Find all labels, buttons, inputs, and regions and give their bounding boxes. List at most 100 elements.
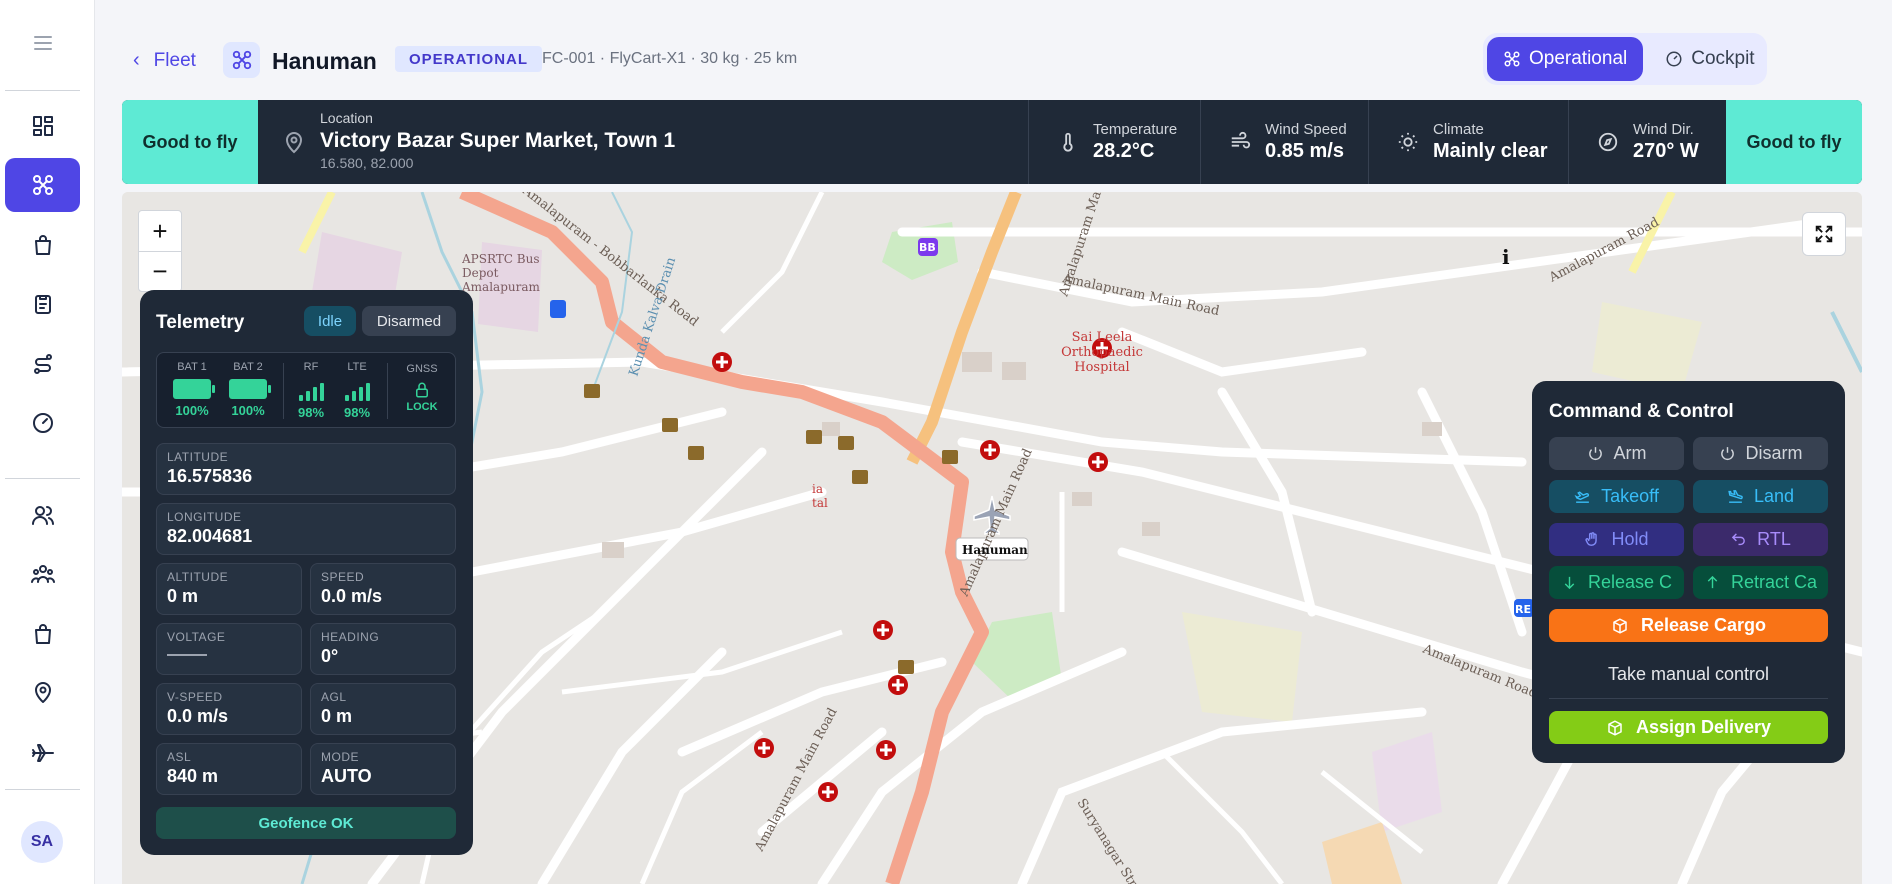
release-cargo-small-button[interactable]: Release C	[1549, 566, 1684, 599]
drone-meta: FC-001 · FlyCart-X1 · 30 kg · 25 km	[542, 50, 798, 67]
sidebar-divider	[5, 789, 80, 790]
expand-icon	[1815, 225, 1833, 243]
rf-indicator: RF 98%	[291, 361, 331, 420]
clipboard-icon	[34, 295, 51, 314]
sidebar-item-users[interactable]	[5, 488, 80, 542]
rtl-button[interactable]: RTL	[1693, 523, 1828, 556]
sidebar-item-dashboard[interactable]	[5, 99, 80, 153]
signal-bars-icon	[291, 379, 331, 401]
button-label: Release C	[1587, 572, 1673, 592]
hospital-partial-label: ia tal	[812, 482, 828, 510]
sidebar-item-routes[interactable]	[5, 337, 80, 391]
mode-cockpit-button[interactable]: Cockpit	[1649, 37, 1770, 81]
arrow-down-icon	[1564, 576, 1575, 590]
signal-label: LTE	[347, 361, 367, 373]
page-header: ‹ Fleet Hanuman OPERATIONAL FC-001 · Fly…	[95, 0, 1892, 100]
field-label: VOLTAGE	[167, 630, 226, 644]
sidebar-item-shop[interactable]	[5, 607, 80, 661]
manual-control-link[interactable]: Take manual control	[1549, 664, 1828, 685]
weather-label: Wind Dir.	[1633, 121, 1694, 138]
latitude-field: LATITUDE 16.575836	[156, 443, 456, 495]
sidebar-item-teams[interactable]	[5, 547, 80, 601]
retract-cargo-button[interactable]: Retract Ca	[1693, 566, 1828, 599]
button-label: Disarm	[1745, 443, 1803, 463]
field-value: 0 m	[167, 586, 199, 606]
avatar[interactable]: SA	[21, 821, 63, 863]
sidebar-item-tasks[interactable]	[5, 277, 80, 331]
weather-label: Temperature	[1093, 121, 1178, 138]
fullscreen-button[interactable]	[1802, 212, 1846, 256]
signal-label: BAT 1	[177, 361, 207, 373]
field-label: V-SPEED	[167, 690, 223, 704]
sidebar-item-flights[interactable]	[5, 726, 80, 780]
users-icon	[31, 506, 54, 525]
gauge-icon	[1666, 51, 1682, 67]
good-to-fly-badge-left: Good to fly	[122, 100, 258, 184]
zoom-out-button[interactable]: −	[139, 251, 181, 291]
dashboard-icon	[32, 116, 53, 136]
mode-toggle: Operational Cockpit	[1483, 33, 1767, 85]
sidebar-item-locations[interactable]	[5, 666, 80, 720]
hospital-label: Sai Leela Orthopaedic Hospital	[1061, 330, 1143, 375]
re-marker-label: RE	[1515, 603, 1531, 616]
weather-wind-direction: Wind Dir. 270° W	[1568, 100, 1726, 184]
takeoff-button[interactable]: Takeoff	[1549, 480, 1684, 513]
vspeed-field: V-SPEED 0.0 m/s	[156, 683, 302, 735]
asl-field: ASL 840 m	[156, 743, 302, 795]
zoom-controls: + −	[138, 210, 182, 292]
signal-value: 100%	[231, 403, 265, 418]
telemetry-title: Telemetry	[156, 312, 245, 333]
disarmed-badge: Disarmed	[362, 306, 456, 336]
location-name: Victory Bazar Super Market, Town 1	[320, 129, 676, 152]
geofence-status: Geofence OK	[156, 807, 456, 839]
package-icon	[1608, 719, 1622, 736]
mode-label: Cockpit	[1691, 48, 1755, 69]
button-label: Retract Ca	[1730, 572, 1818, 592]
zoom-in-button[interactable]: +	[139, 211, 181, 251]
assign-delivery-button[interactable]: Assign Delivery	[1549, 711, 1828, 744]
field-value: 840 m	[167, 766, 219, 786]
info-marker: i	[1502, 245, 1510, 269]
drone-icon	[32, 175, 53, 195]
weather-wind-speed: Wind Speed 0.85 m/s	[1200, 100, 1368, 184]
sidebar-item-monitor[interactable]	[5, 396, 80, 450]
flight-status-bar: Good to fly Location Victory Bazar Super…	[122, 100, 1862, 184]
plane-icon	[31, 744, 54, 762]
field-value: 0.0 m/s	[167, 706, 229, 726]
hand-icon	[1585, 532, 1598, 546]
menu-toggle-button[interactable]	[5, 16, 80, 70]
weather-label: Wind Speed	[1265, 121, 1347, 138]
page-title: Hanuman	[272, 48, 377, 74]
button-label: Takeoff	[1601, 486, 1659, 506]
hold-button[interactable]: Hold	[1549, 523, 1684, 556]
speed-field: SPEED 0.0 m/s	[310, 563, 456, 615]
team-icon	[30, 565, 55, 583]
sidebar-item-orders[interactable]	[5, 218, 80, 272]
bag-icon	[34, 235, 51, 255]
telemetry-panel: Telemetry Idle Disarmed BAT 1 100% BAT 2…	[140, 290, 473, 855]
button-label: Arm	[1613, 443, 1647, 463]
disarm-button[interactable]: Disarm	[1693, 437, 1828, 470]
mode-operational-button[interactable]: Operational	[1487, 37, 1644, 81]
weather-value: 28.2°C	[1093, 140, 1155, 162]
release-cargo-button[interactable]: Release Cargo	[1549, 609, 1828, 642]
altitude-field: ALTITUDE 0 m	[156, 563, 302, 615]
battery-icon	[229, 379, 271, 399]
drone-map-label: Hanuman	[962, 543, 1028, 557]
field-value: 0°	[321, 646, 339, 666]
field-label: HEADING	[321, 630, 380, 644]
field-value: 82.004681	[167, 526, 253, 546]
return-icon	[1731, 533, 1746, 546]
land-button[interactable]: Land	[1693, 480, 1828, 513]
mode-label: Operational	[1529, 48, 1628, 69]
map-pin-icon	[285, 132, 303, 154]
field-label: SPEED	[321, 570, 365, 584]
arm-button[interactable]: Arm	[1549, 437, 1684, 470]
drone-icon	[223, 42, 260, 78]
gauge-icon	[32, 413, 53, 433]
sidebar-item-drones[interactable]	[5, 158, 80, 212]
bb-marker-label: BB	[919, 241, 936, 254]
bus-depot-label: APSRTC Bus Depot Amalapuram	[462, 252, 540, 294]
signal-value: 100%	[175, 403, 209, 418]
back-to-fleet-link[interactable]: ‹ Fleet	[133, 49, 196, 72]
